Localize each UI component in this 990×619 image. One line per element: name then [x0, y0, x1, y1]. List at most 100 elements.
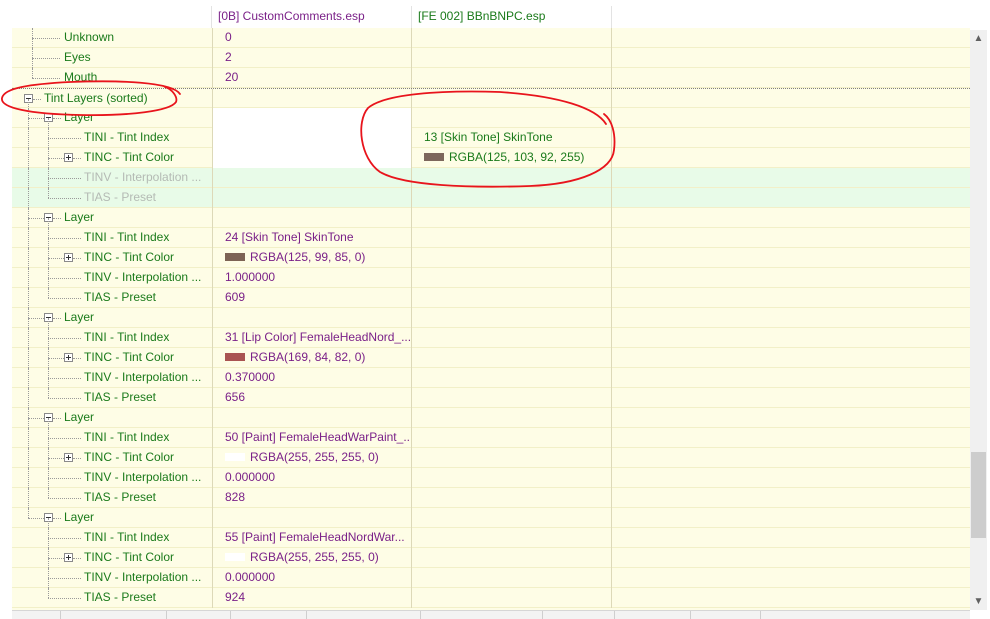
value-cell-bbnbnpc[interactable] — [412, 68, 612, 88]
tree-row-tinv-interpolation[interactable]: TINV - Interpolation ... 0.000000 — [12, 568, 970, 588]
value-cell-customcomments[interactable]: 1.000000 — [212, 268, 412, 288]
vertical-scrollbar[interactable]: ▲ ▼ — [970, 30, 987, 610]
value-cell-customcomments[interactable]: 656 — [212, 388, 412, 408]
value-cell-bbnbnpc[interactable] — [412, 188, 612, 208]
value-cell-customcomments[interactable]: RGBA(255, 255, 255, 0) — [212, 548, 412, 568]
value-cell-customcomments[interactable] — [212, 168, 412, 188]
value-cell-bbnbnpc[interactable] — [412, 48, 612, 68]
value-cell-customcomments[interactable]: 31 [Lip Color] FemaleHeadNord_... — [212, 328, 412, 348]
value-cell-bbnbnpc[interactable] — [412, 89, 612, 109]
value-cell-customcomments[interactable]: 0 — [212, 28, 412, 48]
value-cell-bbnbnpc[interactable] — [412, 288, 612, 308]
value-cell-bbnbnpc[interactable] — [412, 468, 612, 488]
tree-row-tias-preset[interactable]: TIAS - Preset 924 — [12, 588, 970, 608]
tree-row-layer[interactable]: Layer — [12, 508, 970, 528]
value-cell-customcomments[interactable]: 0.000000 — [212, 568, 412, 588]
value-cell-bbnbnpc[interactable] — [412, 548, 612, 568]
value-cell-customcomments[interactable] — [212, 308, 412, 328]
value-cell-bbnbnpc[interactable] — [412, 448, 612, 468]
plus-box-icon[interactable] — [64, 353, 73, 362]
plus-box-icon[interactable] — [64, 453, 73, 462]
tree-row-tinv-interpolation[interactable]: TINV - Interpolation ... 1.000000 — [12, 268, 970, 288]
value-cell-bbnbnpc[interactable] — [412, 108, 612, 128]
value-cell-bbnbnpc[interactable] — [412, 568, 612, 588]
value-cell-bbnbnpc[interactable] — [412, 168, 612, 188]
value-cell-customcomments[interactable]: 828 — [212, 488, 412, 508]
value-cell-bbnbnpc[interactable] — [412, 508, 612, 528]
chevron-up-icon[interactable]: ▲ — [970, 30, 987, 47]
plus-box-icon[interactable] — [64, 253, 73, 262]
value-cell-bbnbnpc[interactable] — [412, 28, 612, 48]
value-cell-customcomments[interactable]: 55 [Paint] FemaleHeadNordWar... — [212, 528, 412, 548]
value-cell-customcomments[interactable] — [212, 208, 412, 228]
tree-row-tias-preset[interactable]: TIAS - Preset 656 — [12, 388, 970, 408]
value-cell-customcomments[interactable] — [212, 408, 412, 428]
value-cell-bbnbnpc[interactable] — [412, 528, 612, 548]
tree-row-tinc-tint-color[interactable]: TINC - Tint Color RGBA(255, 255, 255, 0) — [12, 548, 970, 568]
tree-row-layer[interactable]: Layer — [12, 108, 970, 128]
value-cell-bbnbnpc[interactable]: RGBA(125, 103, 92, 255) — [412, 148, 612, 168]
tree-row-layer[interactable]: Layer — [12, 208, 970, 228]
value-cell-bbnbnpc[interactable] — [412, 408, 612, 428]
value-cell-customcomments[interactable]: RGBA(169, 84, 82, 0) — [212, 348, 412, 368]
tree-row-tinc-tint-color[interactable]: TINC - Tint Color RGBA(125, 103, 92, 255) — [12, 148, 970, 168]
value-cell-customcomments[interactable]: 24 [Skin Tone] SkinTone — [212, 228, 412, 248]
value-cell-bbnbnpc[interactable] — [412, 348, 612, 368]
tree-row-eyes[interactable]: Eyes 2 — [12, 48, 970, 68]
value-cell-customcomments[interactable]: 2 — [212, 48, 412, 68]
tree-row-tini-tint-index[interactable]: TINI - Tint Index 50 [Paint] FemaleHeadWa… — [12, 428, 970, 448]
tree-row-tias-preset[interactable]: TIAS - Preset 828 — [12, 488, 970, 508]
value-cell-bbnbnpc[interactable] — [412, 428, 612, 448]
value-cell-bbnbnpc[interactable] — [412, 588, 612, 608]
tree-row-tinv-interpolation[interactable]: TINV - Interpolation ... — [12, 168, 970, 188]
tree-row-tias-preset[interactable]: TIAS - Preset 609 — [12, 288, 970, 308]
tree-row-unknown[interactable]: Unknown 0 — [12, 28, 970, 48]
value-cell-customcomments[interactable]: 20 — [212, 68, 412, 88]
value-cell-bbnbnpc[interactable] — [412, 248, 612, 268]
value-cell-bbnbnpc[interactable] — [412, 308, 612, 328]
tree-row-tini-tint-index[interactable]: TINI - Tint Index 31 [Lip Color] FemaleHe… — [12, 328, 970, 348]
tree-row-tini-tint-index[interactable]: TINI - Tint Index 55 [Paint] FemaleHeadNo… — [12, 528, 970, 548]
tree-row-tinv-interpolation[interactable]: TINV - Interpolation ... 0.370000 — [12, 368, 970, 388]
tree-row-mouth[interactable]: Mouth 20 — [12, 68, 970, 88]
horizontal-scrollbar[interactable] — [12, 610, 970, 619]
value-cell-bbnbnpc[interactable] — [412, 268, 612, 288]
value-cell-customcomments[interactable]: RGBA(125, 99, 85, 0) — [212, 248, 412, 268]
header-plugin-customcomments[interactable]: [0B] CustomComments.esp — [212, 6, 412, 30]
value-cell-bbnbnpc[interactable] — [412, 488, 612, 508]
value-cell-customcomments[interactable]: 50 [Paint] FemaleHeadWarPaint_... — [212, 428, 412, 448]
value-cell-customcomments[interactable]: 0.000000 — [212, 468, 412, 488]
tree-row-tinc-tint-color[interactable]: TINC - Tint Color RGBA(255, 255, 255, 0) — [12, 448, 970, 468]
scrollbar-thumb[interactable] — [971, 452, 986, 538]
value-cell-bbnbnpc[interactable] — [412, 388, 612, 408]
tree-row-tinv-interpolation[interactable]: TINV - Interpolation ... 0.000000 — [12, 468, 970, 488]
value-cell-bbnbnpc[interactable] — [412, 228, 612, 248]
value-cell-bbnbnpc[interactable] — [412, 328, 612, 348]
value-cell-customcomments[interactable] — [212, 148, 412, 168]
header-label-column[interactable] — [12, 6, 212, 30]
tree-row-layer[interactable]: Layer — [12, 408, 970, 428]
value-cell-bbnbnpc[interactable] — [412, 208, 612, 228]
value-cell-bbnbnpc[interactable]: 13 [Skin Tone] SkinTone — [412, 128, 612, 148]
value-cell-customcomments[interactable] — [212, 508, 412, 528]
value-cell-bbnbnpc[interactable] — [412, 368, 612, 388]
value-cell-customcomments[interactable] — [212, 89, 412, 109]
chevron-down-icon[interactable]: ▼ — [970, 593, 987, 610]
tree-row-tias-preset[interactable]: TIAS - Preset — [12, 188, 970, 208]
tree-row-tinc-tint-color[interactable]: TINC - Tint Color RGBA(125, 99, 85, 0) — [12, 248, 970, 268]
plus-box-icon[interactable] — [64, 553, 73, 562]
value-cell-customcomments[interactable] — [212, 188, 412, 208]
tree-row-tinc-tint-color[interactable]: TINC - Tint Color RGBA(169, 84, 82, 0) — [12, 348, 970, 368]
value-cell-customcomments[interactable]: 609 — [212, 288, 412, 308]
value-cell-customcomments[interactable]: 0.370000 — [212, 368, 412, 388]
tree-row-tini-tint-index[interactable]: TINI - Tint Index 13 [Skin Tone] SkinTone — [12, 128, 970, 148]
value-cell-customcomments[interactable]: RGBA(255, 255, 255, 0) — [212, 448, 412, 468]
tree-row-layer[interactable]: Layer — [12, 308, 970, 328]
value-cell-customcomments[interactable] — [212, 128, 412, 148]
header-plugin-bbnbnpc[interactable]: [FE 002] BBnBNPC.esp — [412, 6, 612, 30]
value-cell-customcomments[interactable] — [212, 108, 412, 128]
tree-row-tini-tint-index[interactable]: TINI - Tint Index 24 [Skin Tone] SkinTone — [12, 228, 970, 248]
plus-box-icon[interactable] — [64, 153, 73, 162]
tree-row-tint-layers-sorted[interactable]: Tint Layers (sorted) — [12, 88, 970, 109]
value-cell-customcomments[interactable]: 924 — [212, 588, 412, 608]
